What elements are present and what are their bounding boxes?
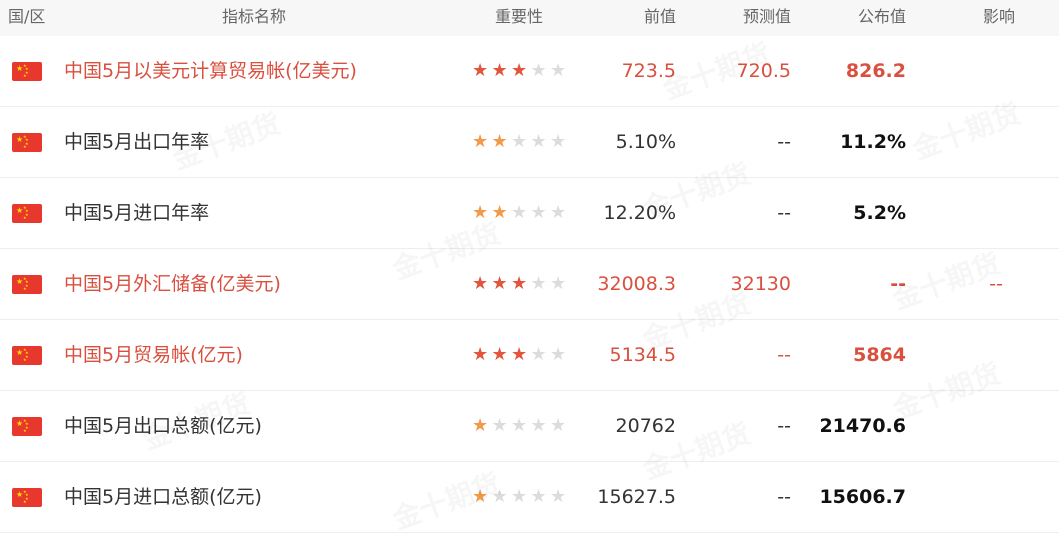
forecast-value: -- [777, 486, 791, 508]
star-filled-icon: ★ [472, 131, 489, 152]
published-value: 11.2% [840, 131, 906, 153]
china-flag-icon: ★ ★ ★ ★ ★ [12, 204, 42, 223]
forecast-value: -- [777, 415, 791, 437]
data-table-body: ★ ★ ★ ★ ★ 中国5月以美元计算贸易帐(亿美元) ★ ★ ★ ★ ★ 723.5 720.5 826… [0, 36, 1059, 533]
importance-rating: ★ ★ ★ ★ ★ [472, 133, 570, 151]
star-filled-icon: ★ [511, 344, 528, 365]
published-value: -- [890, 273, 906, 295]
importance-rating: ★ ★ ★ ★ ★ [472, 488, 570, 506]
previous-value: 32008.3 [597, 273, 676, 295]
header-impact: 影响 [982, 7, 1015, 26]
star-empty-icon: ★ [550, 415, 567, 436]
table-row[interactable]: ★ ★ ★ ★ ★ 中国5月进口年率 ★ ★ ★ ★ ★ 12.20% -- 5.2% [0, 178, 1059, 249]
star-filled-icon: ★ [472, 344, 489, 365]
star-empty-icon: ★ [511, 486, 528, 507]
published-value: 15606.7 [819, 486, 906, 508]
star-filled-icon: ★ [491, 273, 508, 294]
star-filled-icon: ★ [472, 486, 489, 507]
star-filled-icon: ★ [491, 131, 508, 152]
header-previous: 前值 [643, 7, 676, 26]
star-empty-icon: ★ [530, 131, 547, 152]
importance-rating: ★ ★ ★ ★ ★ [472, 204, 570, 222]
star-empty-icon: ★ [550, 131, 567, 152]
table-row[interactable]: ★ ★ ★ ★ ★ 中国5月贸易帐(亿元) ★ ★ ★ ★ ★ 5134.5 -- 5864 [0, 320, 1059, 391]
header-indicator: 指标名称 [222, 7, 287, 26]
table-row[interactable]: ★ ★ ★ ★ ★ 中国5月出口总额(亿元) ★ ★ ★ ★ ★ 20762 -- 21470.6 [0, 391, 1059, 462]
star-empty-icon: ★ [511, 131, 528, 152]
previous-value: 5134.5 [609, 344, 676, 366]
header-published: 公布值 [857, 7, 906, 26]
previous-value: 5.10% [615, 131, 676, 153]
star-empty-icon: ★ [491, 415, 508, 436]
table-row[interactable]: ★ ★ ★ ★ ★ 中国5月外汇储备(亿美元) ★ ★ ★ ★ ★ 32008.3 32130 -- -- [0, 249, 1059, 320]
china-flag-icon: ★ ★ ★ ★ ★ [12, 62, 42, 81]
star-empty-icon: ★ [530, 273, 547, 294]
star-empty-icon: ★ [550, 202, 567, 223]
table-header: 国/区 指标名称 重要性 前值 预测值 公布值 影响 [0, 0, 1059, 36]
previous-value: 12.20% [603, 202, 676, 224]
star-filled-icon: ★ [491, 344, 508, 365]
indicator-name[interactable]: 中国5月进口总额(亿元) [64, 462, 262, 532]
star-empty-icon: ★ [491, 486, 508, 507]
indicator-name[interactable]: 中国5月进口年率 [64, 178, 209, 248]
header-country: 国/区 [8, 7, 46, 26]
star-filled-icon: ★ [472, 60, 489, 81]
china-flag-icon: ★ ★ ★ ★ ★ [12, 275, 42, 294]
star-filled-icon: ★ [472, 415, 489, 436]
star-empty-icon: ★ [511, 415, 528, 436]
published-value: 5864 [853, 344, 906, 366]
china-flag-icon: ★ ★ ★ ★ ★ [12, 488, 42, 507]
star-empty-icon: ★ [550, 273, 567, 294]
star-empty-icon: ★ [530, 415, 547, 436]
previous-value: 15627.5 [597, 486, 676, 508]
importance-rating: ★ ★ ★ ★ ★ [472, 275, 570, 293]
star-empty-icon: ★ [550, 60, 567, 81]
china-flag-icon: ★ ★ ★ ★ ★ [12, 417, 42, 436]
star-filled-icon: ★ [472, 202, 489, 223]
published-value: 826.2 [845, 60, 906, 82]
star-filled-icon: ★ [511, 60, 528, 81]
table-row[interactable]: ★ ★ ★ ★ ★ 中国5月出口年率 ★ ★ ★ ★ ★ 5.10% -- 11.2% [0, 107, 1059, 178]
forecast-value: -- [777, 131, 791, 153]
header-forecast: 预测值 [742, 7, 791, 26]
importance-rating: ★ ★ ★ ★ ★ [472, 346, 570, 364]
star-empty-icon: ★ [530, 486, 547, 507]
published-value: 5.2% [853, 202, 906, 224]
table-row[interactable]: ★ ★ ★ ★ ★ 中国5月进口总额(亿元) ★ ★ ★ ★ ★ 15627.5 -- 15606.7 [0, 462, 1059, 533]
indicator-name[interactable]: 中国5月以美元计算贸易帐(亿美元) [64, 36, 357, 106]
star-empty-icon: ★ [550, 344, 567, 365]
forecast-value: 32130 [730, 273, 791, 295]
importance-rating: ★ ★ ★ ★ ★ [472, 417, 570, 435]
star-filled-icon: ★ [511, 273, 528, 294]
forecast-value: 720.5 [736, 60, 791, 82]
forecast-value: -- [777, 344, 791, 366]
header-importance: 重要性 [495, 7, 544, 26]
table-row[interactable]: ★ ★ ★ ★ ★ 中国5月以美元计算贸易帐(亿美元) ★ ★ ★ ★ ★ 723.5 720.5 826… [0, 36, 1059, 107]
star-empty-icon: ★ [530, 60, 547, 81]
previous-value: 723.5 [621, 60, 676, 82]
indicator-name[interactable]: 中国5月贸易帐(亿元) [64, 320, 243, 390]
star-empty-icon: ★ [530, 202, 547, 223]
importance-rating: ★ ★ ★ ★ ★ [472, 62, 570, 80]
china-flag-icon: ★ ★ ★ ★ ★ [12, 133, 42, 152]
star-empty-icon: ★ [511, 202, 528, 223]
previous-value: 20762 [615, 415, 676, 437]
star-filled-icon: ★ [472, 273, 489, 294]
star-filled-icon: ★ [491, 60, 508, 81]
china-flag-icon: ★ ★ ★ ★ ★ [12, 346, 42, 365]
indicator-name[interactable]: 中国5月外汇储备(亿美元) [64, 249, 281, 319]
published-value: 21470.6 [819, 415, 906, 437]
impact-value: -- [989, 273, 1003, 295]
star-empty-icon: ★ [530, 344, 547, 365]
indicator-name[interactable]: 中国5月出口总额(亿元) [64, 391, 262, 461]
indicator-name[interactable]: 中国5月出口年率 [64, 107, 209, 177]
forecast-value: -- [777, 202, 791, 224]
star-filled-icon: ★ [491, 202, 508, 223]
star-empty-icon: ★ [550, 486, 567, 507]
